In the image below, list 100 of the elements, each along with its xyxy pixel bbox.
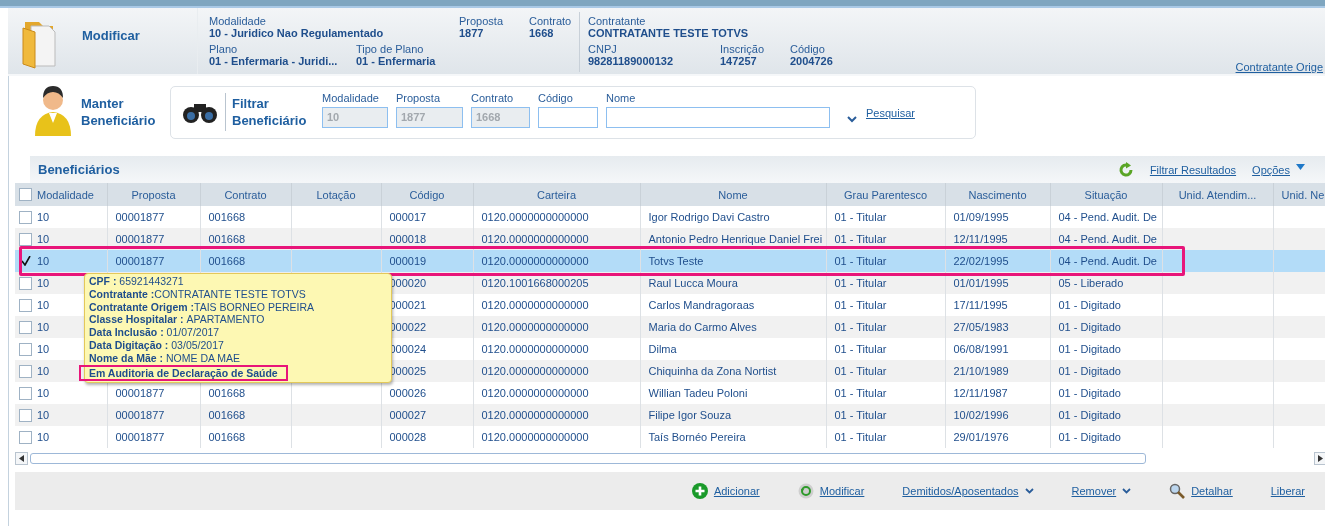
chevron-down-icon[interactable] <box>1024 488 1034 494</box>
checkbox[interactable] <box>19 364 32 378</box>
table-cell: 10 <box>37 299 50 311</box>
table-cell: 01 - Titular <box>834 409 887 421</box>
action-link[interactable]: Modificar <box>819 485 865 497</box>
table-row[interactable]: 10 00001877 001668 000028 0120.0000000000000 Taís Bornéo Pereira 01 - Titular 29/01/1976 01 - Digitado <box>15 426 1325 448</box>
table-cell: 01 - Titular <box>834 387 887 399</box>
checkbox[interactable] <box>19 430 32 444</box>
column-header[interactable]: Carteira <box>536 188 577 201</box>
table-cell: 0120.0000000000000 <box>481 387 589 399</box>
checkbox[interactable] <box>19 254 32 268</box>
scroll-right-icon[interactable] <box>1314 452 1325 465</box>
checkbox[interactable] <box>19 276 32 290</box>
field-label: Contrato <box>529 15 573 27</box>
field-value: 1877 <box>459 27 485 39</box>
checkbox[interactable] <box>19 188 32 201</box>
table-cell: Igor Rodrigo Davi Castro <box>648 211 770 223</box>
table-cell: Totvs Teste <box>648 255 704 267</box>
table-cell: 0120.0000000000000 <box>481 255 589 267</box>
contractor-origin-link[interactable]: Contratante Orige <box>1235 61 1323 73</box>
checkbox[interactable] <box>19 386 32 400</box>
filter-results-link[interactable]: Filtrar Resultados <box>1149 163 1237 176</box>
table-cell: 00001877 <box>115 409 165 421</box>
field-value: 98281189000132 <box>588 55 675 67</box>
field-label: Modalidade <box>209 15 267 27</box>
horizontal-scrollbar[interactable] <box>15 452 1325 465</box>
action-link[interactable]: Liberar <box>1270 485 1305 497</box>
table-cell: 10 <box>37 409 50 421</box>
table-cell: 01 - Digitado <box>1058 299 1121 311</box>
table-cell: 10 <box>37 431 50 443</box>
table-cell: 00001877 <box>115 255 165 267</box>
tooltip-line: Data Inclusão : 01/07/2017 <box>89 326 221 339</box>
search-link[interactable]: Pesquisar <box>866 106 915 119</box>
chevron-down-icon[interactable] <box>1122 488 1132 494</box>
column-header[interactable]: Nome <box>718 188 748 201</box>
table-row[interactable]: 10 00001877 001668 000027 0120.0000000000000 Filipe Igor Souza 01 - Titular 10/02/1996 01 - Digitado <box>15 404 1325 426</box>
table-cell: 000018 <box>389 233 427 245</box>
table-cell: 01 - Titular <box>834 255 887 267</box>
filter-title: Filtrar Beneficiário <box>232 96 307 128</box>
table-cell: 10 <box>37 255 50 267</box>
checkbox[interactable] <box>19 298 32 312</box>
table-cell: 01 - Titular <box>834 365 887 377</box>
caret-icon[interactable] <box>1296 163 1305 170</box>
checkbox[interactable] <box>19 342 32 356</box>
input-field[interactable] <box>538 106 598 128</box>
table-cell: 001668 <box>208 211 246 223</box>
section-title: Manter Beneficiário <box>81 96 156 128</box>
tooltip-line: Classe Hospitalar : APARTAMENTO <box>89 313 266 327</box>
table-cell: Maria do Carmo Alves <box>648 321 757 333</box>
table-cell: 27/05/1983 <box>953 321 1009 333</box>
checkbox[interactable] <box>19 408 32 422</box>
table-cell: 10 <box>37 277 50 289</box>
input-field[interactable] <box>606 106 830 128</box>
refresh-icon[interactable] <box>797 483 814 499</box>
table-cell: 0120.0000000000000 <box>481 365 589 377</box>
checkbox[interactable] <box>19 210 32 224</box>
table-cell: 00001877 <box>115 233 165 245</box>
field-value: CONTRATANTE TESTE TOTVS <box>588 27 750 39</box>
action-link[interactable]: Demitidos/Aposentados <box>902 485 1019 497</box>
field-value: 147257 <box>720 55 758 67</box>
field-label: Contrato <box>471 91 515 104</box>
action-link[interactable]: Remover <box>1071 485 1117 497</box>
table-cell: 000026 <box>389 387 427 399</box>
table-cell: 0120.0000000000000 <box>481 343 589 355</box>
table-cell: 04 - Pend. Audit. De <box>1058 233 1157 245</box>
action-link[interactable]: Adicionar <box>713 485 760 497</box>
magnifier-icon[interactable] <box>1169 483 1186 499</box>
refresh-icon[interactable] <box>1117 161 1134 178</box>
table-cell: 01 - Digitado <box>1058 365 1121 377</box>
field-label: Modalidade <box>322 91 380 104</box>
plus-icon[interactable] <box>691 483 708 499</box>
table-row[interactable]: 10 00001877 001668 000018 0120.0000000000000 Antonio Pedro Henrique Daniel Frei 01 - Titular 12/11/1995 04 - Pend. Audit. De <box>15 228 1325 250</box>
table-cell: 05 - Liberado <box>1058 277 1124 289</box>
scroll-left-icon[interactable] <box>15 452 28 465</box>
table-cell: 10 <box>37 365 50 377</box>
table-cell: 10 <box>37 321 50 333</box>
table-cell: Willian Tadeu Poloni <box>648 387 748 399</box>
table-cell: Filipe Igor Souza <box>648 409 732 421</box>
table-cell: 01/09/1995 <box>953 211 1009 223</box>
table-cell: 01/01/1995 <box>953 277 1009 289</box>
table-cell: 000027 <box>389 409 427 421</box>
table-cell: 0120.0000000000000 <box>481 211 589 223</box>
table-cell: 00001877 <box>115 211 165 223</box>
checkbox[interactable] <box>19 320 32 334</box>
table-cell: 000019 <box>389 255 427 267</box>
checkbox[interactable] <box>19 232 32 246</box>
table-cell: 01 - Titular <box>834 277 887 289</box>
table-row[interactable]: 10 00001877 001668 000019 0120.0000000000000 Totvs Teste 01 - Titular 22/02/1995 04 - Pend. Audit. De <box>15 250 1325 272</box>
action-link[interactable]: Detalhar <box>1191 485 1233 497</box>
table-cell: 01 - Titular <box>834 431 887 443</box>
table-cell: 00001877 <box>115 387 165 399</box>
field-label: CNPJ <box>588 43 618 55</box>
table-cell: 00001877 <box>115 431 165 443</box>
options-link[interactable]: Opções <box>1252 163 1290 176</box>
person-icon <box>33 86 73 138</box>
table-cell: 04 - Pend. Audit. De <box>1058 211 1157 223</box>
table-cell: 001668 <box>208 431 246 443</box>
table-cell: 22/02/1995 <box>953 255 1009 267</box>
chevron-down-icon[interactable] <box>846 115 858 123</box>
field-label: Código <box>538 91 574 104</box>
